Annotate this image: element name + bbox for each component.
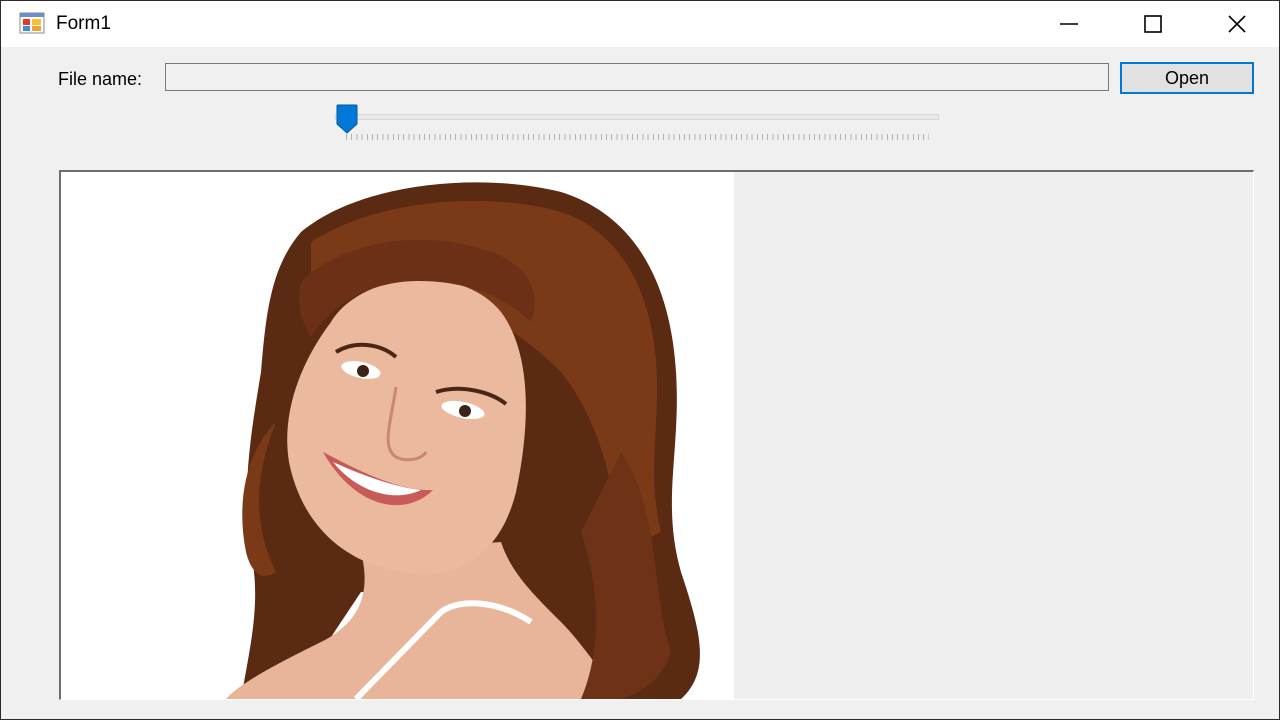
main-window: Form1 File name: Open — [0, 0, 1280, 720]
trackbar-thumb[interactable] — [336, 104, 358, 134]
file-name-input[interactable] — [165, 63, 1109, 91]
picture-box — [59, 170, 1254, 700]
minimize-button[interactable] — [1027, 1, 1111, 47]
zoom-trackbar[interactable] — [335, 103, 939, 143]
minimize-icon — [1060, 23, 1078, 25]
form-client-area: File name: Open — [1, 47, 1279, 719]
maximize-icon — [1144, 15, 1162, 33]
open-button[interactable]: Open — [1120, 62, 1254, 94]
trackbar-ticks — [346, 134, 929, 140]
maximize-button[interactable] — [1111, 1, 1195, 47]
file-name-label: File name: — [58, 69, 143, 89]
title-bar[interactable]: Form1 — [1, 1, 1279, 47]
portrait-photo — [61, 172, 734, 699]
close-icon — [1228, 15, 1246, 33]
app-icon[interactable] — [19, 12, 45, 34]
trackbar-track[interactable] — [335, 114, 939, 120]
close-button[interactable] — [1195, 1, 1279, 47]
window-title: Form1 — [56, 13, 111, 34]
